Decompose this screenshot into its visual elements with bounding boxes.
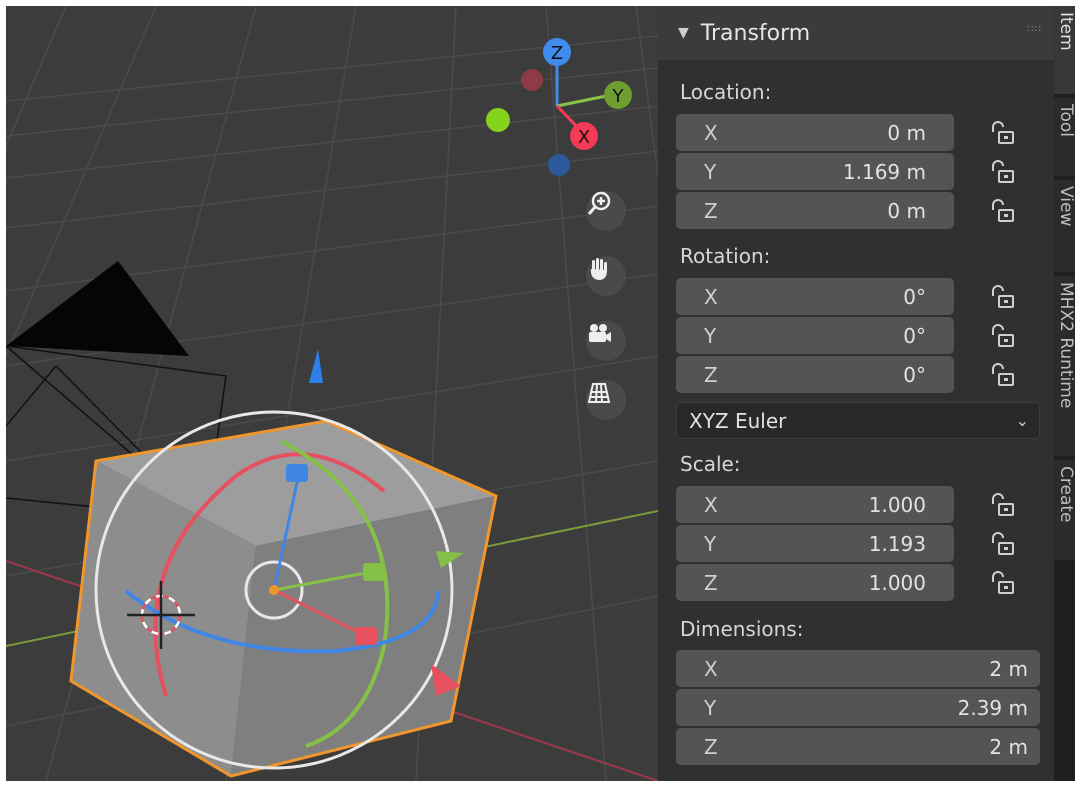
scale-x-field[interactable]: X 1.000 bbox=[676, 486, 954, 523]
gizmo-y-label: Y bbox=[612, 86, 625, 107]
panel-title: Transform bbox=[700, 20, 811, 46]
transform-panel-header[interactable]: ▼ Transform ∷∷ bbox=[658, 6, 1054, 60]
scale-y-field[interactable]: Y 1.193 bbox=[676, 525, 954, 562]
gizmo-x-label: X bbox=[578, 127, 590, 148]
location-z-value: 0 m bbox=[887, 198, 926, 223]
dimensions-label: Dimensions: bbox=[680, 617, 804, 641]
camera-up-indicator bbox=[309, 349, 323, 383]
lock-location-y-icon[interactable] bbox=[988, 157, 1018, 187]
camera-icon bbox=[589, 324, 611, 342]
tab-mhx2-runtime[interactable]: MHX2 Runtime bbox=[1054, 276, 1075, 456]
sidebar-tabs: Item Tool View MHX2 Runtime Create bbox=[1054, 6, 1075, 781]
hand-pan-icon bbox=[590, 258, 607, 280]
location-z-field[interactable]: Z 0 m bbox=[676, 192, 954, 229]
tab-view[interactable]: View bbox=[1054, 180, 1075, 272]
tab-mhx2-runtime-label: MHX2 Runtime bbox=[1056, 282, 1075, 409]
lock-scale-y-icon[interactable] bbox=[988, 529, 1018, 559]
axis-label: Z bbox=[704, 570, 718, 595]
lock-scale-x-icon[interactable] bbox=[988, 490, 1018, 520]
tab-item[interactable]: Item bbox=[1054, 6, 1075, 94]
pan-button[interactable] bbox=[586, 256, 626, 296]
scale-label: Scale: bbox=[680, 452, 741, 476]
tab-item-label: Item bbox=[1056, 12, 1075, 51]
zoom-button[interactable] bbox=[586, 191, 626, 231]
axis-label: Y bbox=[704, 695, 717, 720]
y-scale-handle[interactable] bbox=[363, 563, 385, 581]
axis-label: Z bbox=[704, 734, 718, 759]
rotation-mode-value: XYZ Euler bbox=[689, 408, 787, 433]
rotation-label: Rotation: bbox=[680, 244, 771, 268]
location-y-value: 1.169 m bbox=[842, 159, 926, 184]
x-scale-handle[interactable] bbox=[355, 627, 377, 645]
rotation-x-field[interactable]: X 0° bbox=[676, 278, 954, 315]
rotation-y-field[interactable]: Y 0° bbox=[676, 317, 954, 354]
tab-view-label: View bbox=[1056, 186, 1075, 227]
axis-label: Z bbox=[704, 362, 718, 387]
tab-create[interactable]: Create bbox=[1054, 460, 1075, 560]
location-x-value: 0 m bbox=[887, 120, 926, 145]
grid-icon bbox=[587, 383, 611, 403]
chevron-down-icon: ⌄ bbox=[1015, 411, 1029, 430]
lock-scale-z-icon[interactable] bbox=[988, 568, 1018, 598]
axis-label: Y bbox=[704, 323, 717, 348]
tab-tool[interactable]: Tool bbox=[1054, 98, 1075, 176]
ortho-toggle-button[interactable] bbox=[586, 380, 626, 420]
tab-tool-label: Tool bbox=[1056, 104, 1075, 138]
location-x-field[interactable]: X 0 m bbox=[676, 114, 954, 151]
camera-view-button[interactable] bbox=[586, 321, 626, 361]
drag-grip-icon[interactable]: ∷∷ bbox=[1027, 24, 1042, 35]
scale-z-value: 1.000 bbox=[868, 570, 926, 595]
rotation-x-value: 0° bbox=[903, 284, 926, 309]
scale-y-value: 1.193 bbox=[868, 531, 926, 556]
dimensions-y-field[interactable]: Y 2.39 m bbox=[676, 689, 1040, 726]
rotation-mode-dropdown[interactable]: XYZ Euler ⌄ bbox=[676, 402, 1040, 439]
axis-label: X bbox=[704, 492, 718, 517]
dimensions-z-value: 2 m bbox=[989, 734, 1028, 759]
axis-label: X bbox=[704, 656, 718, 681]
collapse-triangle-icon[interactable]: ▼ bbox=[678, 25, 689, 41]
dimensions-x-value: 2 m bbox=[989, 656, 1028, 681]
navigation-gizmo[interactable]: Z Y X bbox=[6, 6, 658, 206]
z-scale-handle[interactable] bbox=[286, 464, 308, 482]
gizmo-z-label: Z bbox=[551, 43, 563, 64]
rotation-y-value: 0° bbox=[903, 323, 926, 348]
lock-rotation-x-icon[interactable] bbox=[988, 282, 1018, 312]
dimensions-x-field[interactable]: X 2 m bbox=[676, 650, 1040, 687]
axis-label: Z bbox=[704, 198, 718, 223]
lock-location-x-icon[interactable] bbox=[988, 118, 1018, 148]
3d-viewport[interactable]: Z Y X bbox=[6, 6, 658, 781]
scale-x-value: 1.000 bbox=[868, 492, 926, 517]
axis-label: Y bbox=[704, 531, 717, 556]
dimensions-z-field[interactable]: Z 2 m bbox=[676, 728, 1040, 765]
location-label: Location: bbox=[680, 80, 772, 104]
scale-z-field[interactable]: Z 1.000 bbox=[676, 564, 954, 601]
sidebar-panel: ▼ Transform ∷∷ Location: X 0 m Y 1.169 m… bbox=[658, 6, 1054, 781]
tab-create-label: Create bbox=[1056, 466, 1075, 523]
dimensions-y-value: 2.39 m bbox=[957, 695, 1028, 720]
lock-location-z-icon[interactable] bbox=[988, 196, 1018, 226]
location-y-field[interactable]: Y 1.169 m bbox=[676, 153, 954, 190]
rotation-z-field[interactable]: Z 0° bbox=[676, 356, 954, 393]
lock-rotation-z-icon[interactable] bbox=[988, 360, 1018, 390]
axis-label: X bbox=[704, 284, 718, 309]
axis-label: X bbox=[704, 120, 718, 145]
lock-rotation-y-icon[interactable] bbox=[988, 321, 1018, 351]
axis-label: Y bbox=[704, 159, 717, 184]
zoom-icon bbox=[587, 191, 611, 215]
object-origin bbox=[269, 585, 279, 595]
rotation-z-value: 0° bbox=[903, 362, 926, 387]
